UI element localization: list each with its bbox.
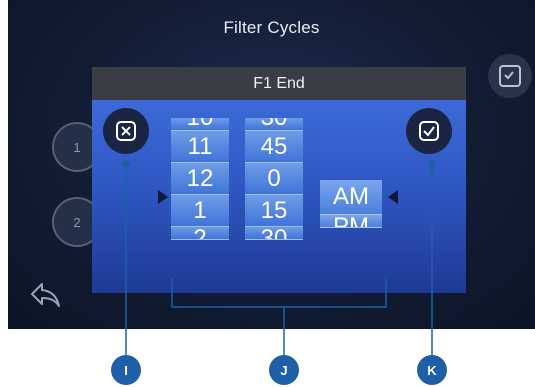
callout-confirm: K [417,355,447,385]
callout-picker: J [269,355,299,385]
callout-cancel: I [111,355,141,385]
callout-lines [122,160,436,355]
